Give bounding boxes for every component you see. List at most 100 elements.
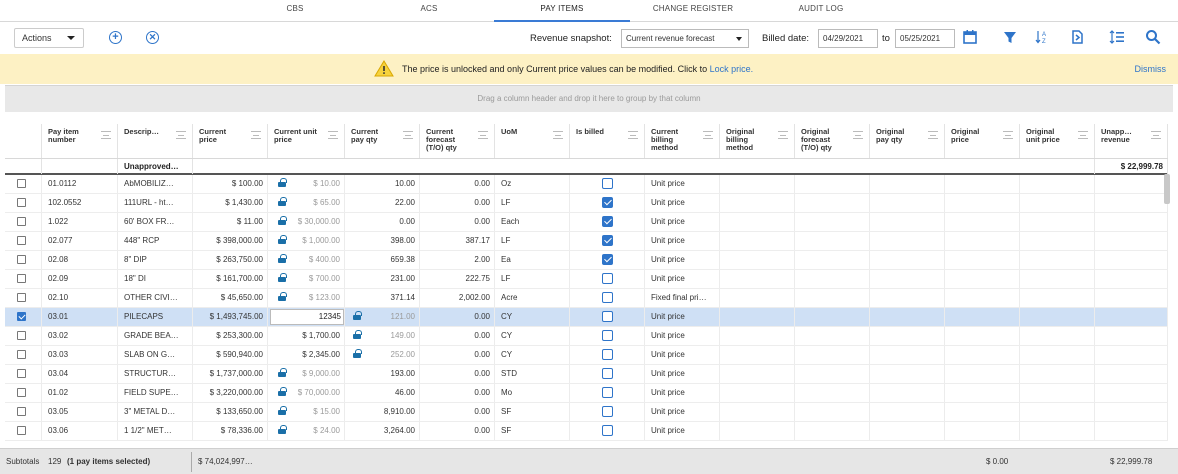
- header-original-unit-price[interactable]: Original unit price: [1020, 124, 1095, 158]
- is-billed-checkbox[interactable]: [601, 368, 613, 380]
- lock-icon[interactable]: [278, 254, 287, 263]
- column-menu-icon[interactable]: [553, 131, 563, 139]
- table-row[interactable]: 01.0112 AbMOBILIZ… $ 100.00 $ 10.00 10.00 0.0…: [5, 175, 1168, 194]
- column-menu-icon[interactable]: [853, 131, 863, 139]
- row-checkbox[interactable]: [17, 312, 26, 322]
- table-row[interactable]: 01.02 FIELD SUPE… $ 3,220,000.00 $ 70,000.0…: [5, 384, 1168, 403]
- lock-icon[interactable]: [353, 349, 362, 358]
- vertical-scrollbar[interactable]: [1164, 166, 1170, 444]
- actions-dropdown[interactable]: Actions: [14, 28, 84, 48]
- tab-pay-items[interactable]: PAY ITEMS: [494, 0, 630, 22]
- column-menu-icon[interactable]: [478, 131, 488, 139]
- is-billed-checkbox[interactable]: [601, 254, 613, 266]
- export-icon[interactable]: [1069, 29, 1085, 45]
- is-billed-checkbox[interactable]: [601, 292, 613, 304]
- header-current-pay-qty[interactable]: Current pay qty: [345, 124, 420, 158]
- column-menu-icon[interactable]: [703, 131, 713, 139]
- search-icon[interactable]: [1145, 29, 1161, 45]
- lock-icon[interactable]: [278, 406, 287, 415]
- header-current-billing-method[interactable]: Current billing method: [645, 124, 720, 158]
- column-menu-icon[interactable]: [1078, 131, 1088, 139]
- lock-icon[interactable]: [278, 387, 287, 396]
- lock-icon[interactable]: [278, 197, 287, 206]
- billed-date-to-input[interactable]: 05/25/2021: [895, 29, 955, 48]
- header-unapproved-revenue[interactable]: Unapp… revenue: [1095, 124, 1168, 158]
- tab-audit-log[interactable]: AUDIT LOG: [778, 0, 864, 22]
- header-original-price[interactable]: Original price: [945, 124, 1020, 158]
- column-menu-icon[interactable]: [628, 131, 638, 139]
- unit-price-edit-input[interactable]: 12345: [270, 309, 344, 325]
- row-checkbox[interactable]: [17, 217, 26, 227]
- lock-icon[interactable]: [278, 368, 287, 377]
- table-row[interactable]: 03.06 1 1/2" MET… $ 78,336.00 $ 24.00 3,264.…: [5, 422, 1168, 441]
- row-checkbox[interactable]: [17, 407, 26, 417]
- header-original-billing-method[interactable]: Original billing method: [720, 124, 795, 158]
- lock-icon[interactable]: [353, 330, 362, 339]
- header-uom[interactable]: UoM: [495, 124, 570, 158]
- column-menu-icon[interactable]: [251, 131, 261, 139]
- lock-price-link[interactable]: Lock price.: [710, 64, 754, 74]
- lock-icon[interactable]: [353, 311, 362, 320]
- header-original-pay-qty[interactable]: Original pay qty: [870, 124, 945, 158]
- table-row[interactable]: 02.08 8" DIP $ 263,750.00 $ 400.00 659.38 2.0…: [5, 251, 1168, 270]
- tab-cbs[interactable]: CBS: [266, 0, 324, 22]
- calendar-icon[interactable]: [962, 29, 978, 45]
- lock-icon[interactable]: [278, 273, 287, 282]
- row-checkbox[interactable]: [17, 426, 26, 436]
- table-row[interactable]: 03.02 GRADE BEA… $ 253,300.00 $ 1,700.00 149…: [5, 327, 1168, 346]
- row-checkbox[interactable]: [17, 388, 26, 398]
- tab-acs[interactable]: ACS: [398, 0, 460, 22]
- is-billed-checkbox[interactable]: [601, 216, 613, 228]
- is-billed-checkbox[interactable]: [601, 387, 613, 399]
- is-billed-checkbox[interactable]: [601, 425, 613, 437]
- lock-icon[interactable]: [278, 292, 287, 301]
- tab-change-register[interactable]: CHANGE REGISTER: [640, 0, 746, 22]
- row-checkbox[interactable]: [17, 331, 26, 341]
- column-menu-icon[interactable]: [403, 131, 413, 139]
- row-checkbox[interactable]: [17, 198, 26, 208]
- header-current-forecast-qty[interactable]: Current forecast (T/O) qty: [420, 124, 495, 158]
- group-by-drop-area[interactable]: Drag a column header and drop it here to…: [5, 85, 1173, 112]
- dismiss-link[interactable]: Dismiss: [1135, 64, 1167, 74]
- table-row[interactable]: 03.05 3" METAL D… $ 133,650.00 $ 15.00 8,910…: [5, 403, 1168, 422]
- is-billed-checkbox[interactable]: [601, 311, 613, 323]
- is-billed-checkbox[interactable]: [601, 235, 613, 247]
- row-checkbox[interactable]: [17, 274, 26, 284]
- table-row[interactable]: 02.10 OTHER CIVI… $ 45,650.00 $ 123.00 371.1…: [5, 289, 1168, 308]
- row-checkbox[interactable]: [17, 255, 26, 265]
- header-pay-item-number[interactable]: Pay item number: [42, 124, 118, 158]
- table-row[interactable]: 03.04 STRUCTUR… $ 1,737,000.00 $ 9,000.00 19…: [5, 365, 1168, 384]
- filter-icon[interactable]: [1002, 29, 1018, 45]
- is-billed-checkbox[interactable]: [601, 406, 613, 418]
- column-menu-icon[interactable]: [101, 131, 111, 139]
- add-circle-icon[interactable]: +: [109, 31, 122, 44]
- header-current-unit-price[interactable]: Current unit price: [268, 124, 345, 158]
- lock-icon[interactable]: [278, 216, 287, 225]
- row-checkbox[interactable]: [17, 236, 26, 246]
- revenue-snapshot-select[interactable]: Current revenue forecast: [621, 29, 749, 48]
- is-billed-checkbox[interactable]: [601, 349, 613, 361]
- column-menu-icon[interactable]: [778, 131, 788, 139]
- row-checkbox[interactable]: [17, 293, 26, 303]
- column-menu-icon[interactable]: [1151, 131, 1161, 139]
- column-menu-icon[interactable]: [176, 131, 186, 139]
- column-menu-icon[interactable]: [1003, 131, 1013, 139]
- scrollbar-thumb[interactable]: [1164, 174, 1170, 204]
- row-checkbox[interactable]: [17, 369, 26, 379]
- lock-icon[interactable]: [278, 425, 287, 434]
- table-row[interactable]: 03.03 SLAB ON G… $ 590,940.00 $ 2,345.00 252…: [5, 346, 1168, 365]
- table-row[interactable]: 1.022 60' BOX FR… $ 11.00 $ 30,000.00 0.00 0.…: [5, 213, 1168, 232]
- header-current-price[interactable]: Current price: [193, 124, 268, 158]
- table-row[interactable]: 03.01 PILECAPS $ 1,493,745.00 12345 121.00 0.…: [5, 308, 1168, 327]
- lock-icon[interactable]: [278, 178, 287, 187]
- table-row[interactable]: 02.09 18" DI $ 161,700.00 $ 700.00 231.00 222…: [5, 270, 1168, 289]
- column-menu-icon[interactable]: [328, 131, 338, 139]
- is-billed-checkbox[interactable]: [601, 197, 613, 209]
- header-original-forecast-qty[interactable]: Original forecast (T/O) qty: [795, 124, 870, 158]
- column-menu-icon[interactable]: [928, 131, 938, 139]
- row-checkbox[interactable]: [17, 350, 26, 360]
- lock-icon[interactable]: [278, 235, 287, 244]
- table-row[interactable]: 102.0552 111URL - ht… $ 1,430.00 $ 65.00 22.…: [5, 194, 1168, 213]
- table-row[interactable]: 02.077 448" RCP $ 398,000.00 $ 1,000.00 398.…: [5, 232, 1168, 251]
- is-billed-checkbox[interactable]: [601, 273, 613, 285]
